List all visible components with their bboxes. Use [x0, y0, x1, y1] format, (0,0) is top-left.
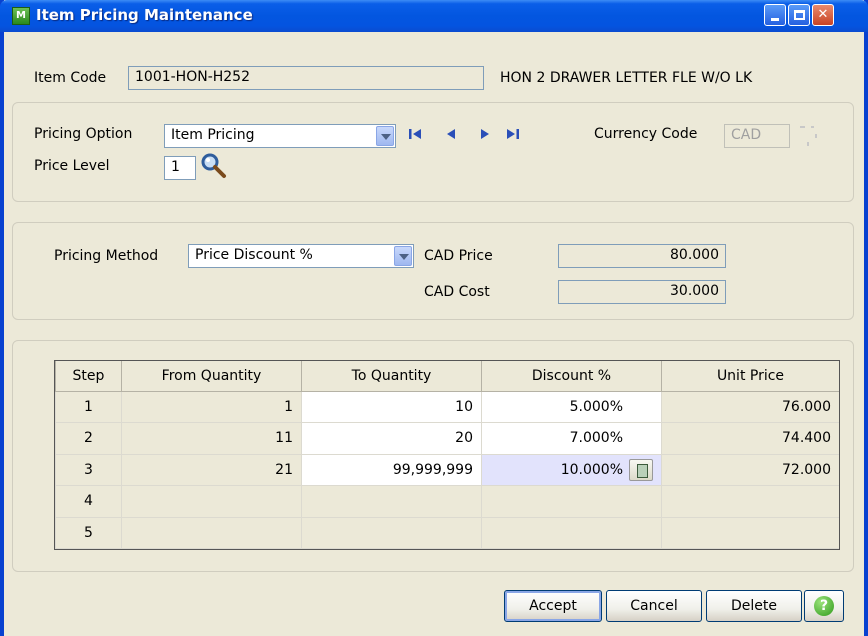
app-m-icon: M: [12, 7, 30, 25]
cad-cost-field: 30.000: [558, 280, 726, 304]
cancel-button[interactable]: Cancel: [606, 590, 702, 622]
window-title: Item Pricing Maintenance: [36, 6, 253, 24]
cell-discount-value: 10.000%: [560, 461, 623, 478]
pricing-method-group: [12, 222, 854, 320]
last-record-icon[interactable]: [506, 127, 520, 141]
cad-price-label: CAD Price: [424, 248, 493, 264]
pricing-method-label: Pricing Method: [54, 248, 159, 264]
cell-step: 2: [55, 422, 122, 455]
item-code-label: Item Code: [34, 70, 107, 86]
pricing-option-select[interactable]: Item Pricing: [164, 124, 396, 148]
item-pricing-window: M Item Pricing Maintenance ✕ Item Code 1…: [0, 0, 868, 636]
minimize-icon: [771, 18, 779, 21]
cell-step: 3: [55, 453, 122, 486]
item-code-field[interactable]: 1001-HON-H252: [128, 66, 484, 90]
column-header-discount[interactable]: Discount %: [481, 361, 662, 392]
column-header-step[interactable]: Step: [55, 361, 122, 392]
cad-cost-label: CAD Cost: [424, 284, 490, 300]
close-icon: ✕: [817, 7, 829, 22]
cell-to-quantity[interactable]: 99,999,999: [301, 453, 482, 486]
cell-discount[interactable]: 7.000%: [481, 422, 662, 455]
pricing-method-value: Price Discount %: [195, 247, 313, 263]
pricing-method-select[interactable]: Price Discount %: [188, 244, 414, 268]
table-row[interactable]: 5: [55, 516, 839, 549]
currency-lookup-icon: [800, 126, 817, 146]
cell-step: 4: [55, 485, 122, 518]
cell-unit-price: [661, 485, 839, 518]
help-icon: ?: [814, 596, 834, 616]
pricing-option-label: Pricing Option: [34, 126, 133, 142]
magnifier-lookup-icon[interactable]: [200, 152, 228, 180]
cell-discount[interactable]: [481, 485, 662, 518]
close-button[interactable]: ✕: [812, 4, 834, 26]
cell-discount-value: 5.000%: [569, 398, 623, 415]
cell-to-quantity[interactable]: 10: [301, 390, 482, 423]
currency-code-label: Currency Code: [594, 126, 698, 142]
price-level-field[interactable]: 1: [164, 156, 196, 180]
currency-code-field: CAD: [724, 124, 790, 148]
minimize-button[interactable]: [764, 4, 786, 26]
column-header-to-quantity[interactable]: To Quantity: [301, 361, 482, 392]
table-row[interactable]: 4: [55, 485, 839, 518]
cell-discount-value: 7.000%: [569, 430, 623, 447]
cell-from-quantity: 21: [121, 453, 302, 486]
previous-record-icon[interactable]: [444, 127, 458, 141]
cell-from-quantity: 11: [121, 422, 302, 455]
accept-button[interactable]: Accept: [504, 590, 602, 622]
column-header-from-quantity[interactable]: From Quantity: [121, 361, 302, 392]
pricing-option-group: [12, 102, 854, 202]
cell-to-quantity[interactable]: [301, 485, 482, 518]
cell-discount[interactable]: 5.000%: [481, 390, 662, 423]
cell-to-quantity[interactable]: [301, 516, 482, 549]
table-row[interactable]: 3 21 99,999,999 10.000% 72.000: [55, 453, 839, 486]
table-row[interactable]: 1 1 10 5.000% 76.000: [55, 390, 839, 423]
cell-from-quantity: 1: [121, 390, 302, 423]
item-description: HON 2 DRAWER LETTER FLE W/O LK: [500, 70, 753, 86]
column-header-unit-price[interactable]: Unit Price: [661, 361, 839, 392]
grid-header-row: Step From Quantity To Quantity Discount …: [55, 361, 839, 392]
cell-unit-price: 74.400: [661, 422, 839, 455]
maximize-icon: [793, 10, 805, 20]
calculator-icon[interactable]: [629, 458, 653, 481]
first-record-icon[interactable]: [408, 127, 422, 141]
maximize-button[interactable]: [788, 4, 810, 26]
cell-unit-price: 72.000: [661, 453, 839, 486]
cell-step: 1: [55, 390, 122, 423]
cell-from-quantity: [121, 485, 302, 518]
cad-price-field: 80.000: [558, 244, 726, 268]
price-level-label: Price Level: [34, 158, 110, 174]
cell-unit-price: [661, 516, 839, 549]
cell-discount-active[interactable]: 10.000%: [481, 453, 662, 486]
delete-button[interactable]: Delete: [706, 590, 802, 622]
cell-unit-price: 76.000: [661, 390, 839, 423]
pricing-grid[interactable]: Step From Quantity To Quantity Discount …: [54, 360, 840, 550]
cell-to-quantity[interactable]: 20: [301, 422, 482, 455]
cell-discount[interactable]: [481, 516, 662, 549]
cell-from-quantity: [121, 516, 302, 549]
chevron-down-icon[interactable]: [394, 246, 412, 266]
pricing-option-value: Item Pricing: [171, 127, 255, 143]
next-record-icon[interactable]: [478, 127, 492, 141]
table-row[interactable]: 2 11 20 7.000% 74.400: [55, 422, 839, 455]
help-button[interactable]: ?: [804, 590, 844, 622]
cell-step: 5: [55, 516, 122, 549]
title-bar[interactable]: M Item Pricing Maintenance ✕: [0, 0, 868, 32]
chevron-down-icon[interactable]: [376, 126, 394, 146]
